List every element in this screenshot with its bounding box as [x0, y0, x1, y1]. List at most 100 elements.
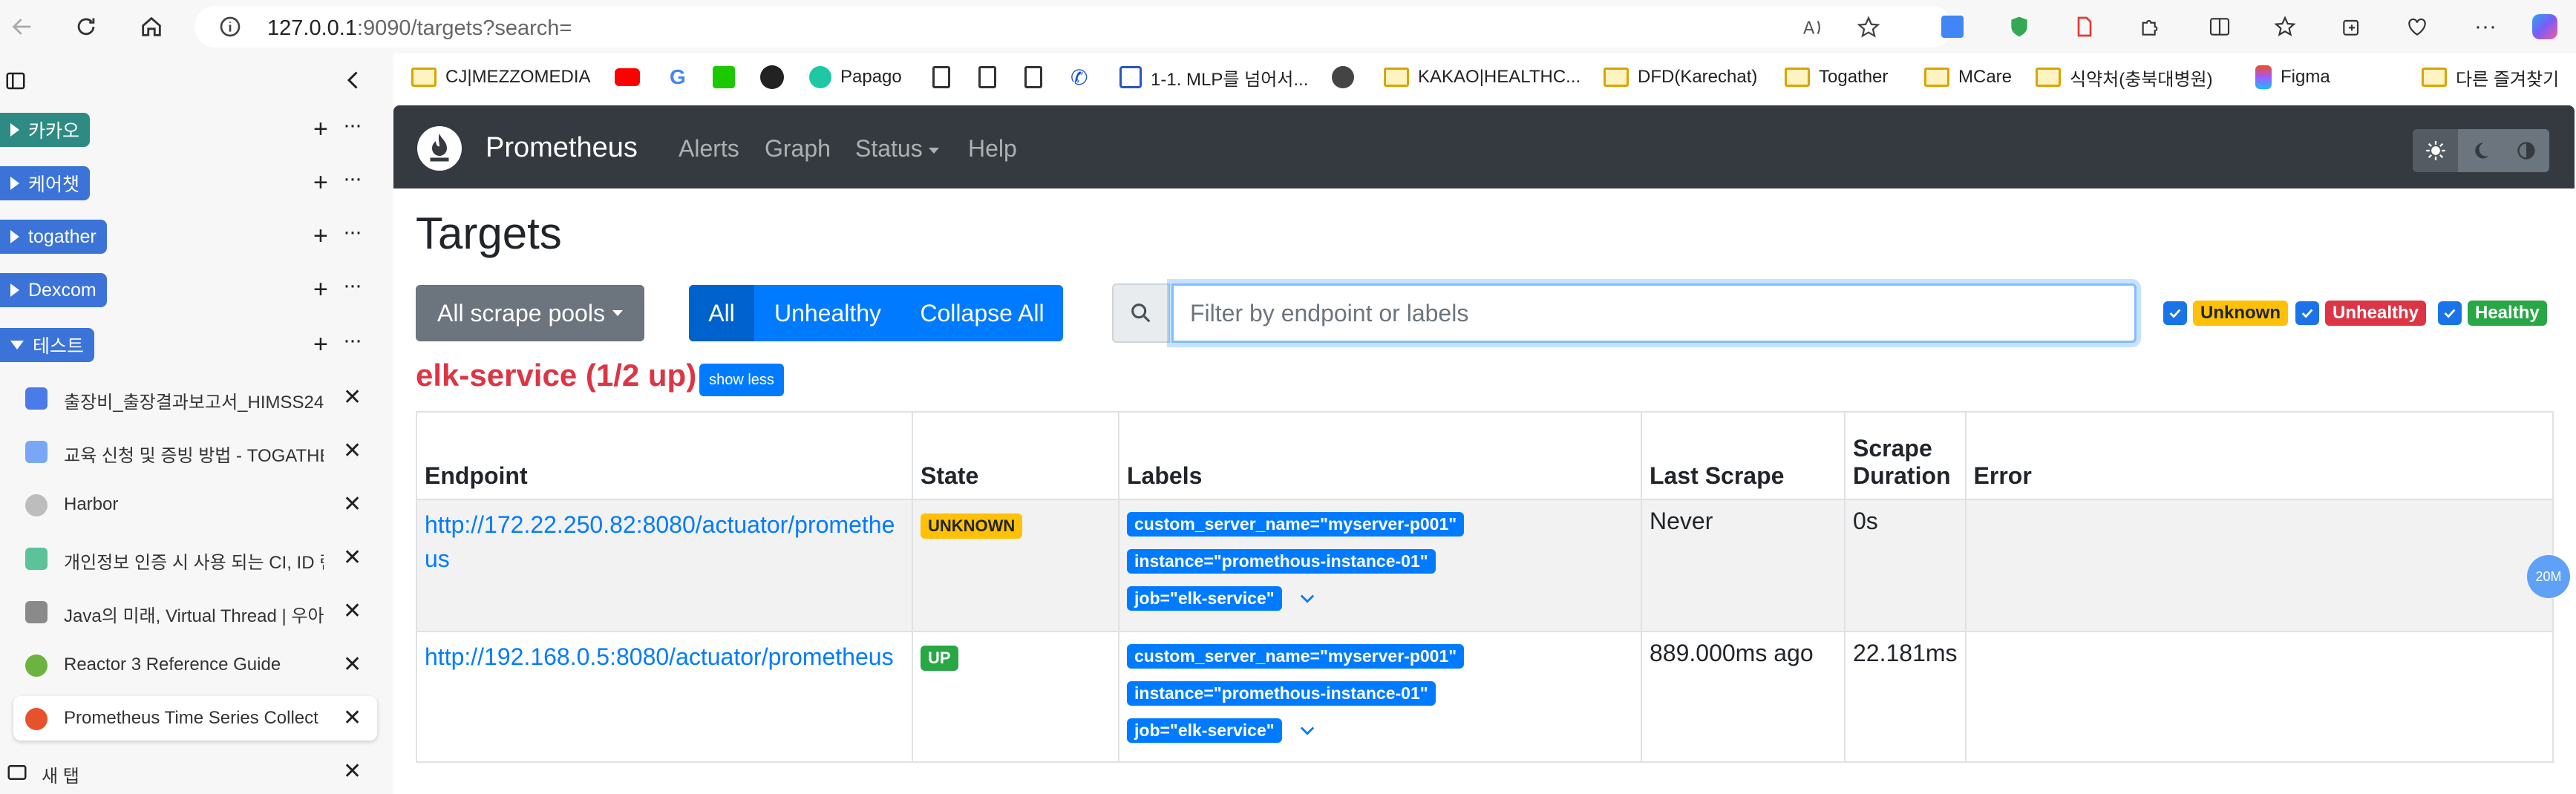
favorites-icon[interactable] — [2270, 12, 2300, 42]
tab-group-togather[interactable]: togather + ··· — [0, 220, 379, 254]
add-tab-plus-icon[interactable]: + — [313, 116, 328, 142]
auto-theme-button[interactable] — [2504, 129, 2549, 172]
address-bar[interactable]: 127.0.0.1:9090/targets?search= A — [194, 6, 1952, 47]
close-tab-icon[interactable]: ✕ — [343, 384, 362, 410]
group-more-icon[interactable]: ··· — [343, 166, 362, 191]
light-theme-button[interactable] — [2413, 129, 2459, 172]
tab-group-kakao[interactable]: 카카오 + ··· — [0, 113, 379, 147]
bookmark-doc-2[interactable] — [978, 58, 1005, 96]
new-tab-item[interactable]: 새 탭 ✕ — [0, 749, 379, 794]
chevron-down-icon[interactable] — [1297, 588, 1318, 608]
bookmark-doc-1[interactable] — [932, 58, 959, 96]
bookmark-mlp[interactable]: 1-1. MLP를 넘어서... — [1119, 58, 1308, 96]
dark-theme-button[interactable] — [2458, 129, 2503, 172]
reload-button[interactable] — [68, 9, 104, 45]
tab-item[interactable]: 출장비_출장결과보고서_HIMSS24 ( ✕ — [13, 375, 377, 420]
checkbox-checked-icon[interactable] — [2438, 301, 2462, 325]
extensions-puzzle-icon[interactable] — [2135, 12, 2165, 42]
bookmark-naver[interactable] — [713, 58, 744, 96]
bookmark-cj-mezzomedia[interactable]: CJ|MEZZOMEDIA — [411, 58, 591, 96]
nav-graph[interactable]: Graph — [765, 135, 831, 163]
filter-healthy[interactable]: Healthy — [2438, 300, 2547, 327]
add-tab-plus-icon[interactable]: + — [313, 169, 328, 196]
filter-unhealthy[interactable]: Unhealthy — [2295, 300, 2427, 327]
bookmark-other-favorites[interactable]: 다른 즐겨찾기 — [2422, 58, 2559, 96]
tab-group-label[interactable]: 케어챗 — [0, 166, 91, 200]
read-aloud-icon[interactable]: A — [1801, 15, 1826, 40]
close-tab-icon[interactable]: ✕ — [343, 491, 362, 517]
group-more-icon[interactable]: ··· — [343, 220, 362, 245]
bookmark-youtube[interactable] — [615, 58, 649, 96]
tab-item-active[interactable]: Prometheus Time Series Collect ✕ — [13, 696, 377, 741]
search-input[interactable] — [1171, 283, 2137, 343]
collapse-all-button[interactable]: Collapse All — [901, 285, 1063, 341]
filter-unknown[interactable]: Unknown — [2163, 300, 2288, 327]
bookmark-circle[interactable] — [1332, 58, 1363, 96]
group-more-icon[interactable]: ··· — [343, 113, 362, 138]
add-tab-plus-icon[interactable]: + — [313, 331, 328, 358]
tab-group-label[interactable]: 테스트 — [0, 328, 95, 362]
home-button[interactable] — [134, 9, 169, 45]
bookmark-papago[interactable]: Papago — [809, 58, 902, 96]
close-tab-icon[interactable]: ✕ — [343, 438, 362, 464]
bookmark-mfds[interactable]: 식약처(충북대병원) — [2036, 58, 2213, 96]
tab-item[interactable]: 개인정보 인증 시 사용 되는 CI, ID 란 ✕ — [13, 536, 377, 580]
translate-extension-icon[interactable] — [1938, 12, 1967, 42]
tab-group-carechat[interactable]: 케어챗 + ··· — [0, 166, 379, 200]
scrape-pool-title[interactable]: elk-service (1/2 up) — [416, 358, 696, 393]
back-button[interactable] — [4, 9, 40, 45]
group-more-icon[interactable]: ··· — [343, 328, 362, 353]
tab-group-label[interactable]: togather — [0, 220, 107, 254]
tab-group-dexcom[interactable]: Dexcom + ··· — [0, 273, 379, 307]
tab-group-label[interactable]: 카카오 — [0, 113, 91, 147]
close-tab-icon[interactable]: ✕ — [343, 705, 362, 731]
tab-group-label[interactable]: Dexcom — [0, 273, 107, 307]
bookmark-figma[interactable]: Figma — [2255, 58, 2330, 96]
shield-extension-icon[interactable] — [2004, 12, 2034, 42]
tab-item[interactable]: Java의 미래, Virtual Thread | 우아 ✕ — [13, 589, 377, 634]
favorite-star-icon[interactable] — [1856, 15, 1881, 40]
chevron-down-icon[interactable] — [1297, 720, 1318, 741]
group-more-icon[interactable]: ··· — [343, 273, 362, 298]
add-tab-plus-icon[interactable]: + — [313, 276, 328, 303]
bookmark-doc-3[interactable] — [1024, 58, 1051, 96]
prometheus-logo-icon[interactable] — [417, 126, 462, 171]
split-screen-icon[interactable] — [2205, 12, 2235, 42]
close-tab-icon[interactable]: ✕ — [343, 758, 362, 784]
bookmark-google[interactable]: G — [670, 58, 695, 96]
tab-item[interactable]: Reactor 3 Reference Guide ✕ — [13, 643, 377, 687]
tab-group-test[interactable]: 테스트 + ··· — [0, 328, 379, 362]
collections-icon[interactable] — [2337, 12, 2367, 42]
health-heart-icon[interactable] — [2402, 12, 2432, 42]
pdf-extension-icon[interactable] — [2070, 12, 2099, 42]
add-tab-plus-icon[interactable]: + — [313, 223, 328, 249]
all-button[interactable]: All — [689, 285, 754, 341]
endpoint-link[interactable]: http://192.168.0.5:8080/actuator/prometh… — [425, 640, 904, 674]
checkbox-checked-icon[interactable] — [2295, 301, 2319, 325]
nav-alerts[interactable]: Alerts — [679, 135, 739, 163]
bookmark-mcare[interactable]: MCare — [1924, 58, 2012, 96]
tab-item[interactable]: 교육 신청 및 증빙 방법 - TOGATHER ✕ — [13, 429, 377, 473]
bookmark-kakao-healthcare[interactable]: KAKAO|HEALTHC... — [1384, 58, 1580, 96]
tab-item[interactable]: Harbor ✕ — [13, 482, 377, 527]
brand-name[interactable]: Prometheus — [486, 132, 638, 164]
tab-actions-icon[interactable] — [4, 70, 27, 92]
show-less-button[interactable]: show less — [699, 364, 784, 396]
collapse-panel-icon[interactable] — [340, 67, 367, 93]
nav-help[interactable]: Help — [968, 135, 1017, 163]
close-tab-icon[interactable]: ✕ — [343, 598, 362, 624]
close-tab-icon[interactable]: ✕ — [343, 652, 362, 677]
bookmark-github[interactable] — [760, 58, 793, 96]
close-tab-icon[interactable]: ✕ — [343, 545, 362, 571]
endpoint-link[interactable]: http://172.22.250.82:8080/actuator/prome… — [425, 508, 904, 576]
checkbox-checked-icon[interactable] — [2163, 301, 2187, 325]
copilot-icon[interactable] — [2530, 12, 2560, 42]
more-menu-icon[interactable]: ··· — [2471, 12, 2500, 42]
unhealthy-button[interactable]: Unhealthy — [754, 285, 901, 341]
zoom-badge[interactable]: 20M — [2527, 555, 2570, 598]
scrape-pools-dropdown[interactable]: All scrape pools — [416, 285, 644, 341]
bookmark-togather[interactable]: Togather — [1785, 58, 1888, 96]
bookmark-dfd-karechat[interactable]: DFD(Karechat) — [1604, 58, 1757, 96]
nav-status[interactable]: Status — [855, 135, 939, 163]
bookmark-phone[interactable]: ✆ — [1070, 58, 1096, 96]
